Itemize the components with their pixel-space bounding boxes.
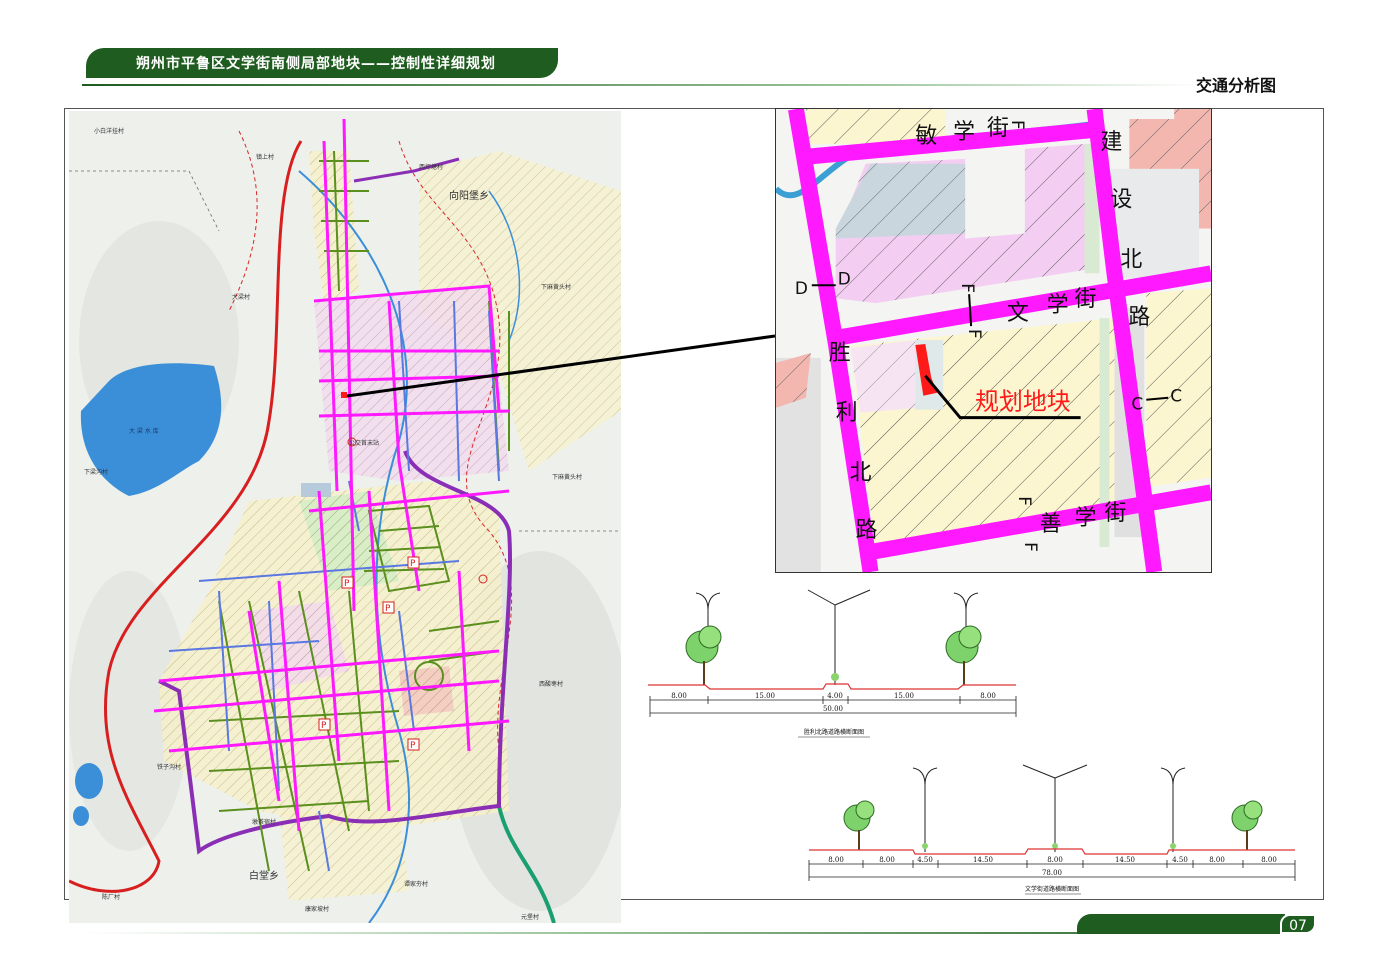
- document-title: 朔州市平鲁区文学街南侧局部地块——控制性详细规划: [136, 56, 496, 72]
- page-number: 07: [1280, 914, 1316, 934]
- section-width: 8.00: [1209, 856, 1225, 864]
- land-use-central-north: [314, 286, 509, 481]
- street-char: 善: [1040, 512, 1062, 537]
- place-label: 西坪塘村: [419, 163, 443, 171]
- section-title: 交通分析图: [1196, 76, 1277, 95]
- site-marker[interactable]: [341, 392, 347, 398]
- place-label: 向阳堡乡: [449, 189, 489, 202]
- svg-text:P: P: [410, 559, 416, 569]
- place-label: 元堡村: [521, 913, 539, 921]
- street-char: 街: [1075, 287, 1097, 312]
- section-total: 78.00: [1042, 869, 1062, 877]
- section-mark: F: [1015, 496, 1035, 506]
- street-char: 敏: [915, 124, 937, 149]
- street-char: 北: [850, 460, 872, 485]
- tree-icon: [945, 625, 982, 685]
- section-width: 4.50: [1172, 856, 1188, 864]
- section-width: 8.00: [1261, 856, 1277, 864]
- street-char: 设: [1110, 188, 1132, 213]
- street-char: 文: [1007, 301, 1029, 326]
- tree-icon: [1231, 800, 1263, 850]
- header-rule: [82, 84, 1202, 86]
- street-char: 路: [1128, 305, 1150, 330]
- section-mark: C: [1131, 394, 1143, 414]
- section-mark: F: [1008, 120, 1028, 130]
- place-label: 公交首末站: [349, 439, 379, 447]
- place-label: 小白洋挂村: [94, 127, 124, 135]
- street-char: 街: [987, 116, 1009, 141]
- place-label: 墩茶宿村: [252, 818, 276, 826]
- section-mark: C: [1170, 386, 1182, 406]
- footer-bar: [1077, 914, 1285, 934]
- place-label: 下麻黄头村: [552, 473, 582, 481]
- section-width: 8.00: [879, 856, 895, 864]
- section-mark: F: [1021, 542, 1041, 552]
- section-width: 4.50: [917, 856, 933, 864]
- section-caption: 文学街道路横断面图: [1025, 885, 1079, 893]
- street-char: 学: [953, 120, 975, 145]
- street-char: 利: [836, 401, 858, 426]
- section-width: 8.00: [671, 692, 687, 700]
- place-label: 镇上村: [256, 153, 274, 161]
- place-label: 西酸枣村: [539, 680, 563, 688]
- place-label: 大 梁 水 库: [129, 427, 159, 435]
- section-mark: F: [965, 329, 985, 339]
- svg-text:P: P: [344, 579, 350, 589]
- section-mark: D: [838, 268, 851, 288]
- place-label: 下梁沟村: [84, 468, 108, 476]
- place-label: 大梁村: [232, 293, 250, 301]
- street-char: 建: [1101, 130, 1123, 155]
- tree-icon: [685, 625, 722, 685]
- section-width: 8.00: [1047, 856, 1063, 864]
- section-total: 50.00: [823, 705, 843, 713]
- section-width: 4.00: [827, 692, 843, 700]
- section-mark: D: [795, 278, 808, 298]
- place-label: 下麻黄头村: [541, 283, 571, 291]
- section-mark: F: [958, 283, 978, 293]
- tree-icon: [843, 800, 875, 850]
- street-char: 学: [1047, 293, 1069, 318]
- street-char: 街: [1104, 501, 1126, 526]
- cross-section-shengli: 8.00 15.00 4.00 15.00 8.00 50.00 胜利北路道路横…: [648, 589, 1017, 738]
- section-width: 8.00: [828, 856, 844, 864]
- cross-section-wenxue: 8.00 8.00 4.50 14.50 8.00 14.50 4.50 8.0…: [808, 764, 1296, 895]
- section-width: 15.00: [755, 692, 775, 700]
- site-label: 规划地块: [975, 388, 1071, 416]
- section-width: 14.50: [1115, 856, 1135, 864]
- place-label: 康家坡村: [305, 905, 329, 913]
- street-char: 胜: [829, 341, 851, 366]
- svg-text:P: P: [321, 721, 327, 731]
- place-label: 谭家夯村: [404, 880, 428, 888]
- section-width: 15.00: [894, 692, 914, 700]
- street-char: 北: [1120, 247, 1142, 272]
- inset-map[interactable]: 规划地块 敏 学 街 文 学 街 善 学 街 建 设 北 路 胜 利 北 路 D…: [775, 108, 1212, 573]
- place-label: 陈厂村: [102, 893, 120, 901]
- section-caption: 胜利北路道路横断面图: [804, 728, 864, 736]
- street-char: 学: [1075, 506, 1097, 531]
- overview-map[interactable]: 大 梁 水 库 P P P P P 小白洋挂村 镇上村 西坪塘村 向阳堡乡 下麻…: [69, 111, 621, 923]
- section-width: 8.00: [980, 692, 996, 700]
- section-width: 14.50: [973, 856, 993, 864]
- street-char: 路: [856, 518, 878, 543]
- svg-text:P: P: [410, 741, 416, 751]
- svg-text:P: P: [385, 604, 391, 614]
- place-label: 铁子沟村: [157, 763, 181, 771]
- place-label: 白堂乡: [249, 869, 279, 882]
